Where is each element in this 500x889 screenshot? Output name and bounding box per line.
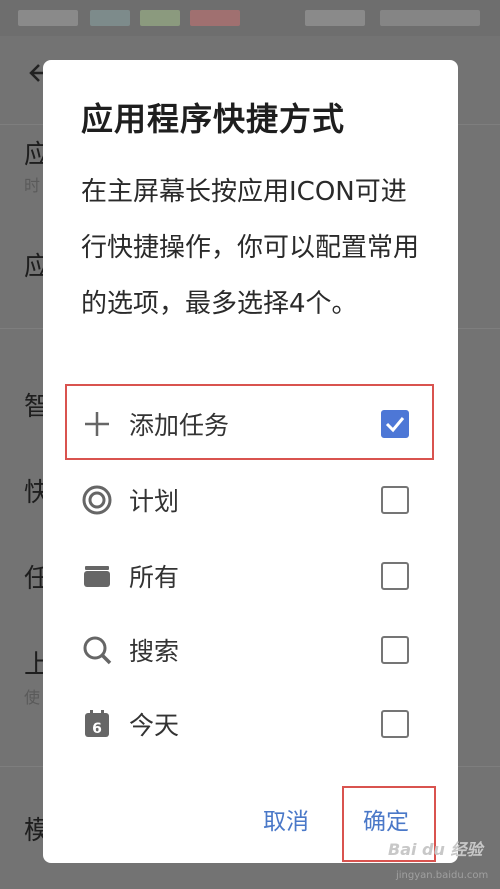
shortcuts-dialog: 应用程序快捷方式 在主屏幕长按应用ICON可进行快捷操作，你可以配置常用的选项，… [43, 60, 458, 863]
option-checkbox[interactable] [381, 486, 409, 514]
calendar-icon: 6 [85, 710, 109, 737]
plus-icon [85, 412, 109, 436]
option-checkbox[interactable] [381, 710, 409, 738]
checkmark-icon [385, 417, 405, 433]
bg-row-sublabel: 时 [24, 176, 41, 195]
status-blur [90, 10, 130, 26]
status-bar [0, 0, 500, 36]
target-icon [82, 485, 112, 515]
dialog-title: 应用程序快捷方式 [81, 100, 346, 138]
status-blur [305, 10, 365, 26]
dialog-message: 在主屏幕长按应用ICON可进行快捷操作，你可以配置常用的选项，最多选择4个。 [81, 177, 420, 319]
option-label: 今天 [129, 711, 180, 740]
confirm-button[interactable]: 确定 [363, 802, 409, 836]
option-search[interactable]: 搜索 [63, 618, 438, 682]
option-label: 搜索 [129, 637, 180, 666]
folder-icon [84, 566, 110, 587]
watermark-url: jingyan.baidu.com [396, 870, 489, 881]
option-plan[interactable]: 计划 [63, 468, 438, 532]
status-blur [18, 10, 78, 26]
status-blur [190, 10, 240, 26]
option-add-task[interactable]: 添加任务 [63, 392, 438, 456]
option-label: 添加任务 [129, 411, 230, 440]
status-blur [380, 10, 480, 26]
option-label: 所有 [129, 563, 180, 592]
option-all[interactable]: 所有 [63, 544, 438, 608]
option-today[interactable]: 6 今天 [63, 692, 438, 756]
option-label: 计划 [129, 487, 180, 516]
search-icon [83, 636, 112, 665]
watermark-logo: Bai du 经验 [388, 840, 483, 859]
option-checkbox[interactable] [381, 410, 409, 438]
cancel-button[interactable]: 取消 [263, 802, 309, 836]
status-blur [140, 10, 180, 26]
calendar-day: 6 [92, 721, 102, 737]
option-checkbox[interactable] [381, 562, 409, 590]
option-checkbox[interactable] [381, 636, 409, 664]
bg-row-sublabel: 使 [24, 688, 41, 707]
